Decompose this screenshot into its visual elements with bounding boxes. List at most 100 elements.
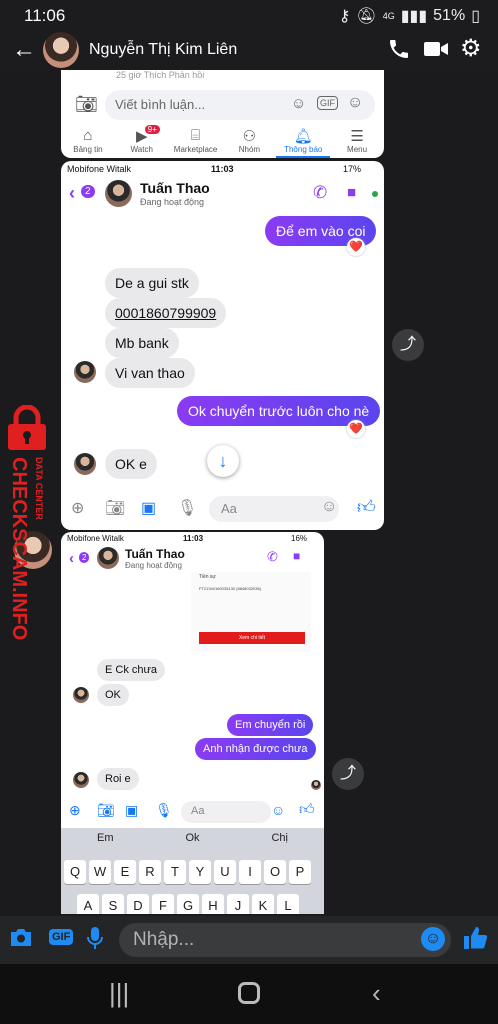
receipt-line: FT21340160035130 (8848032036): [199, 586, 262, 591]
key: W: [89, 860, 111, 884]
suggestion: Ok: [185, 832, 200, 844]
contact-avatar-small: [105, 180, 132, 207]
shot2-presence: Đang hoạt động: [140, 197, 205, 207]
home-button-icon[interactable]: [238, 982, 260, 1004]
message-input[interactable]: Nhập... ☺: [119, 923, 451, 957]
message-composer: GIF Nhập... ☺: [0, 916, 498, 964]
tab-label: Marketplace: [173, 145, 218, 154]
suggestion: Em: [96, 832, 114, 844]
tab-marketplace: ⌸ Marketplace: [169, 125, 223, 158]
sender-avatar: [74, 453, 96, 475]
suggestion: Chị: [271, 832, 288, 844]
shot3-contact-name: Tuấn Thao: [125, 547, 185, 561]
screenshot-messenger-chat-2[interactable]: Mobifone Witalk 11:03 16% ‹ 2 Tuấn Thao …: [61, 532, 324, 914]
key: E: [114, 860, 136, 884]
shot2-composer: ⊕ 📷︎ ▣ 🎙︎ Aa ☺ 👍︎: [61, 494, 384, 524]
scroll-down-arrow-icon: ↓: [207, 445, 239, 477]
message-out: Em chuyển rồi: [227, 714, 314, 736]
bank-receipt-image: Tiền sự FT21340160035130 (8848032036) Xe…: [191, 572, 311, 652]
battery-icon: ▯: [471, 8, 480, 25]
screenshot-messenger-chat-1[interactable]: Mobifone Witalk 11:03 17% ‹ 2 Tuấn Thao …: [61, 161, 384, 530]
key: T: [164, 860, 186, 884]
thumbs-up-icon[interactable]: [462, 925, 488, 957]
message-input: Aa: [209, 496, 339, 522]
plus-icon: ⊕: [71, 500, 85, 517]
recent-apps-icon[interactable]: |||: [109, 978, 129, 1009]
watermark: CHECKSCAM.INFO DATA CENTER: [0, 405, 56, 645]
tab-notifications: 🔔︎ Thông báo: [276, 125, 331, 158]
key: H: [202, 894, 224, 914]
shot3-battery: 16%: [291, 534, 308, 543]
video-call-icon[interactable]: [423, 37, 449, 67]
phone-call-icon[interactable]: [387, 37, 411, 67]
groups-icon: ⚇: [242, 128, 257, 145]
message-in: E Ck chưa: [97, 659, 165, 681]
back-chevron-icon: ‹: [69, 550, 74, 567]
comment-field: Viết bình luận... ☺ GIF ☺: [105, 90, 375, 120]
status-time: 11:06: [24, 6, 66, 25]
mute-icon: 🔕︎: [356, 8, 377, 25]
shot2-header: ‹ 2 Tuấn Thao Đang hoạt động ✆ ■: [61, 177, 384, 213]
mic-icon[interactable]: [86, 926, 104, 956]
camera-icon: 📷︎: [105, 500, 126, 517]
mic-icon: 🎙︎: [155, 802, 173, 818]
key: Q: [64, 860, 86, 884]
settings-gear-icon[interactable]: ⚙: [460, 34, 482, 63]
plus-icon: ⊕: [69, 802, 81, 818]
share-button[interactable]: ⤴: [332, 758, 364, 790]
thumbs-up-icon: 👍︎: [357, 497, 376, 517]
shot2-contact-name: Tuấn Thao: [140, 180, 210, 196]
chat-header: ← Nguyễn Thị Kim Liên ⚙: [0, 32, 498, 70]
tab-label: Thông báo: [284, 145, 323, 154]
camera-icon[interactable]: [9, 926, 33, 954]
sticker-icon: ☺: [291, 95, 307, 112]
tab-groups: ⚇ Nhóm: [222, 125, 276, 158]
menu-icon: ☰: [350, 128, 364, 145]
heart-reaction-icon: ❤️: [347, 420, 365, 438]
back-nav-icon[interactable]: ‹: [372, 978, 381, 1009]
shot3-time: 11:03: [183, 534, 204, 543]
message-in: Mb bank: [105, 328, 179, 358]
image-icon: ▣: [141, 500, 157, 517]
message-out: Anh nhận được chưa: [195, 738, 316, 760]
watermark-subtext: DATA CENTER: [34, 457, 44, 520]
unread-count: 2: [79, 552, 90, 563]
contact-avatar[interactable]: [43, 32, 79, 68]
key-icon: ⚷: [338, 8, 351, 25]
tab-label: Watch: [130, 145, 153, 154]
fb-tab-bar: ⌂ Bảng tin ▶ 9+ Watch ⌸ Marketplace ⚇ Nhóm 🔔︎…: [61, 125, 384, 158]
emoji-icon: ☺: [271, 802, 286, 818]
share-button[interactable]: ⤴: [392, 329, 424, 361]
camera-icon: 📷︎: [75, 94, 98, 114]
carrier-label: Mobifone Witalk: [67, 534, 124, 543]
mic-icon: 🎙︎: [177, 500, 198, 517]
shot3-status-bar: Mobifone Witalk 11:03 16%: [61, 532, 324, 548]
suggestion-bar: Em Ok Chị: [61, 832, 324, 850]
battery-text: 51%: [433, 7, 466, 24]
back-arrow-icon[interactable]: ←: [12, 36, 36, 64]
watermark-text: CHECKSCAM.INFO: [8, 457, 30, 641]
phone-icon: ✆: [267, 549, 278, 564]
key: I: [239, 860, 261, 884]
gif-button[interactable]: GIF: [49, 929, 74, 945]
contact-avatar-small: [97, 547, 119, 569]
status-bar: 11:06 ⚷ 🔕︎ 4G ▮▮▮ 51% ▯: [0, 0, 498, 32]
key: D: [127, 894, 149, 914]
shot2-battery: 17%: [343, 164, 362, 174]
key: Y: [189, 860, 211, 884]
signal-icon: ▮▮▮: [400, 8, 428, 25]
key-row-1: Q W E R T Y U I O P: [64, 860, 322, 884]
receipt-button: Xem chi tiết: [199, 632, 305, 644]
message-in-account-number: 0001860799909: [105, 298, 227, 328]
message-in: De a gui stk: [105, 268, 199, 298]
emoji-icon[interactable]: ☺: [421, 927, 445, 951]
tab-menu: ☰ Menu: [330, 125, 384, 158]
image-icon: ▣: [125, 802, 139, 818]
input-placeholder: Nhập...: [133, 929, 195, 950]
video-icon: ■: [347, 184, 357, 201]
key: U: [214, 860, 236, 884]
contact-name[interactable]: Nguyễn Thị Kim Liên: [89, 41, 237, 59]
screenshot-facebook-comment[interactable]: 25 giờ Thích Phản hồi 📷︎ Viết bình luận.…: [61, 70, 384, 158]
shot2-status-bar: Mobifone Witalk 11:03 17%: [61, 161, 384, 177]
emoji-icon: ☺: [321, 498, 338, 515]
